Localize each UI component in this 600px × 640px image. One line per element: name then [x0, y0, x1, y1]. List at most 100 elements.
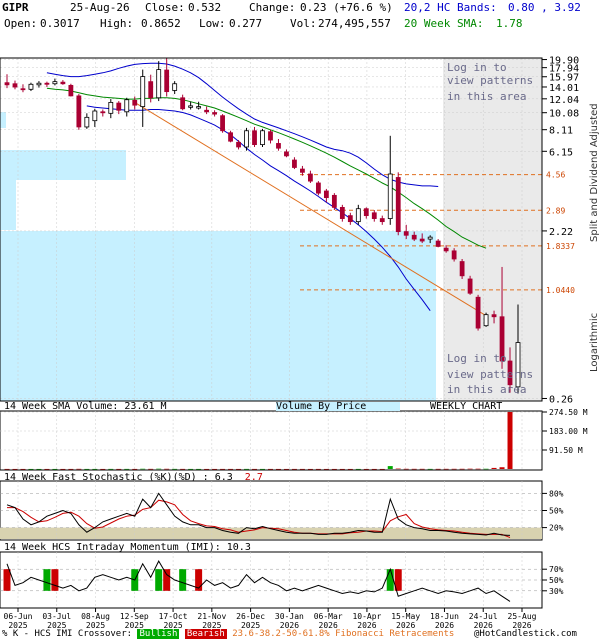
bearish-badge: Bearish: [184, 629, 227, 639]
candle-down: [20, 88, 26, 91]
login-line-1: Log in to: [447, 61, 507, 74]
copyright: @HotCandlestick.com: [474, 629, 577, 639]
volume-bar: [435, 468, 441, 470]
volume-tick-label: 91.50 M: [549, 446, 583, 455]
imi-tick-label: 30%: [549, 587, 564, 596]
fib-label: 2.89: [546, 206, 565, 215]
date-tick-label: 06-Jun: [4, 612, 33, 621]
volume-bar: [228, 468, 234, 470]
candle-up: [244, 130, 249, 148]
date-tick-label: 06-Mar: [314, 612, 343, 621]
volume-bar: [244, 468, 250, 470]
candle-down: [44, 82, 50, 85]
volume-title: 14 Week SMA Volume: 23.61 M: [4, 401, 167, 412]
candle-down: [459, 261, 465, 277]
fib-label: 4.56: [546, 171, 565, 180]
candle-down: [12, 83, 18, 88]
volume-bar: [180, 468, 186, 470]
login-line-3: in this area: [447, 90, 526, 103]
candle-down: [68, 84, 74, 97]
weekly-title: WEEKLY CHART: [430, 401, 502, 412]
candle-down: [220, 115, 225, 132]
volume-bar: [483, 468, 489, 470]
candle-down: [308, 173, 313, 182]
volume-bar: [331, 468, 337, 470]
volume-bar: [443, 468, 449, 470]
volume-bar: [92, 468, 98, 470]
candle-up: [427, 236, 433, 240]
stochastic-tick-label: 80%: [549, 489, 564, 498]
candle-down: [228, 132, 233, 142]
bullish-crossover-marker: [179, 569, 187, 591]
volume-bar: [156, 468, 162, 470]
price-tick-label: 0.26: [549, 394, 573, 405]
stock-chart: 4.56 2.89 1.8337 1.0440 Log in to view patt…: [0, 33, 600, 630]
volume-bar: [100, 468, 106, 470]
vbp-bar: [0, 112, 6, 128]
volume-bar: [411, 468, 417, 470]
volume-bar: [68, 468, 74, 470]
stochastic-title: 14 Week Fast Stochastic (%K)(%D) : 6.3 2.…: [4, 472, 263, 483]
bearish-crossover-marker: [163, 569, 171, 591]
volume-tick-label: 274.50 M: [549, 408, 588, 417]
volume-bar: [347, 468, 353, 470]
date-tick-label: 24-Jul: [469, 612, 498, 621]
volume-bar: [459, 468, 465, 470]
vbp-bar: [0, 231, 436, 401]
candle-down: [475, 296, 481, 329]
candle-up: [172, 83, 178, 91]
bullish-badge: Bullish: [137, 629, 180, 639]
volume-bar: [140, 468, 146, 470]
volume-bar: [507, 412, 513, 469]
fib-legend: 23.6-38.2-50-61.8% Fibonacci Retracement…: [232, 629, 455, 639]
volume-bar: [196, 468, 202, 470]
candle-up: [84, 116, 90, 128]
log-label: Logarithmic: [589, 313, 600, 372]
candle-up: [140, 76, 146, 107]
volume-bar: [403, 468, 409, 470]
candle-down: [371, 212, 377, 219]
vbp-bar: [0, 150, 126, 180]
volume-bar: [395, 468, 401, 470]
date-tick-label: 03-Jul: [42, 612, 71, 621]
candle-up: [355, 208, 361, 223]
volume-bar: [52, 468, 58, 470]
candle-down: [339, 206, 345, 219]
candle-down: [100, 111, 106, 114]
candle-down: [451, 250, 457, 260]
candle-up: [92, 110, 98, 122]
date-tick-label: 08-Aug: [81, 612, 110, 621]
footer: % K - HCS IMI Crossover: Bullish Bearish…: [2, 629, 454, 639]
volume-bar: [236, 468, 242, 470]
volume-bar: [12, 468, 18, 470]
candle-down: [148, 81, 154, 99]
imi-panel: 14 Week HCS Intraday Momentum (IMI): 10.…: [0, 542, 564, 609]
candle-up: [387, 173, 393, 219]
volume-bar: [212, 468, 218, 470]
price-axis: 19.9017.9415.9714.0112.0410.088.116.152.…: [542, 56, 579, 405]
candle-down: [292, 159, 297, 168]
volume-bar: [283, 468, 289, 470]
date-tick-label: 12-Sep: [120, 612, 149, 621]
price-tick-label: 14.01: [549, 83, 579, 94]
stoch-title-prefix: 14 Week Fast Stochastic (%K)(%D) :: [4, 472, 215, 483]
candle-down: [212, 112, 217, 115]
volume-bar: [132, 468, 138, 470]
volume-bar: [108, 468, 114, 470]
price-tick-label: 6.15: [549, 147, 573, 158]
volume-bar: [467, 468, 473, 470]
pattern-overlay: [443, 58, 542, 401]
candle-down: [164, 69, 170, 93]
volume-bar: [371, 468, 377, 470]
candle-down: [395, 177, 401, 233]
imi-tick-label: 50%: [549, 576, 564, 585]
fib-label: 1.0440: [546, 286, 575, 295]
login-line-4: Log in to: [447, 352, 507, 365]
volume-bar: [419, 468, 425, 470]
candle-down: [276, 143, 281, 149]
candle-up: [52, 81, 58, 85]
vbp-title: Volume By Price: [276, 401, 366, 412]
candle-down: [268, 131, 273, 141]
candle-up: [156, 69, 162, 99]
candle-down: [323, 190, 329, 199]
